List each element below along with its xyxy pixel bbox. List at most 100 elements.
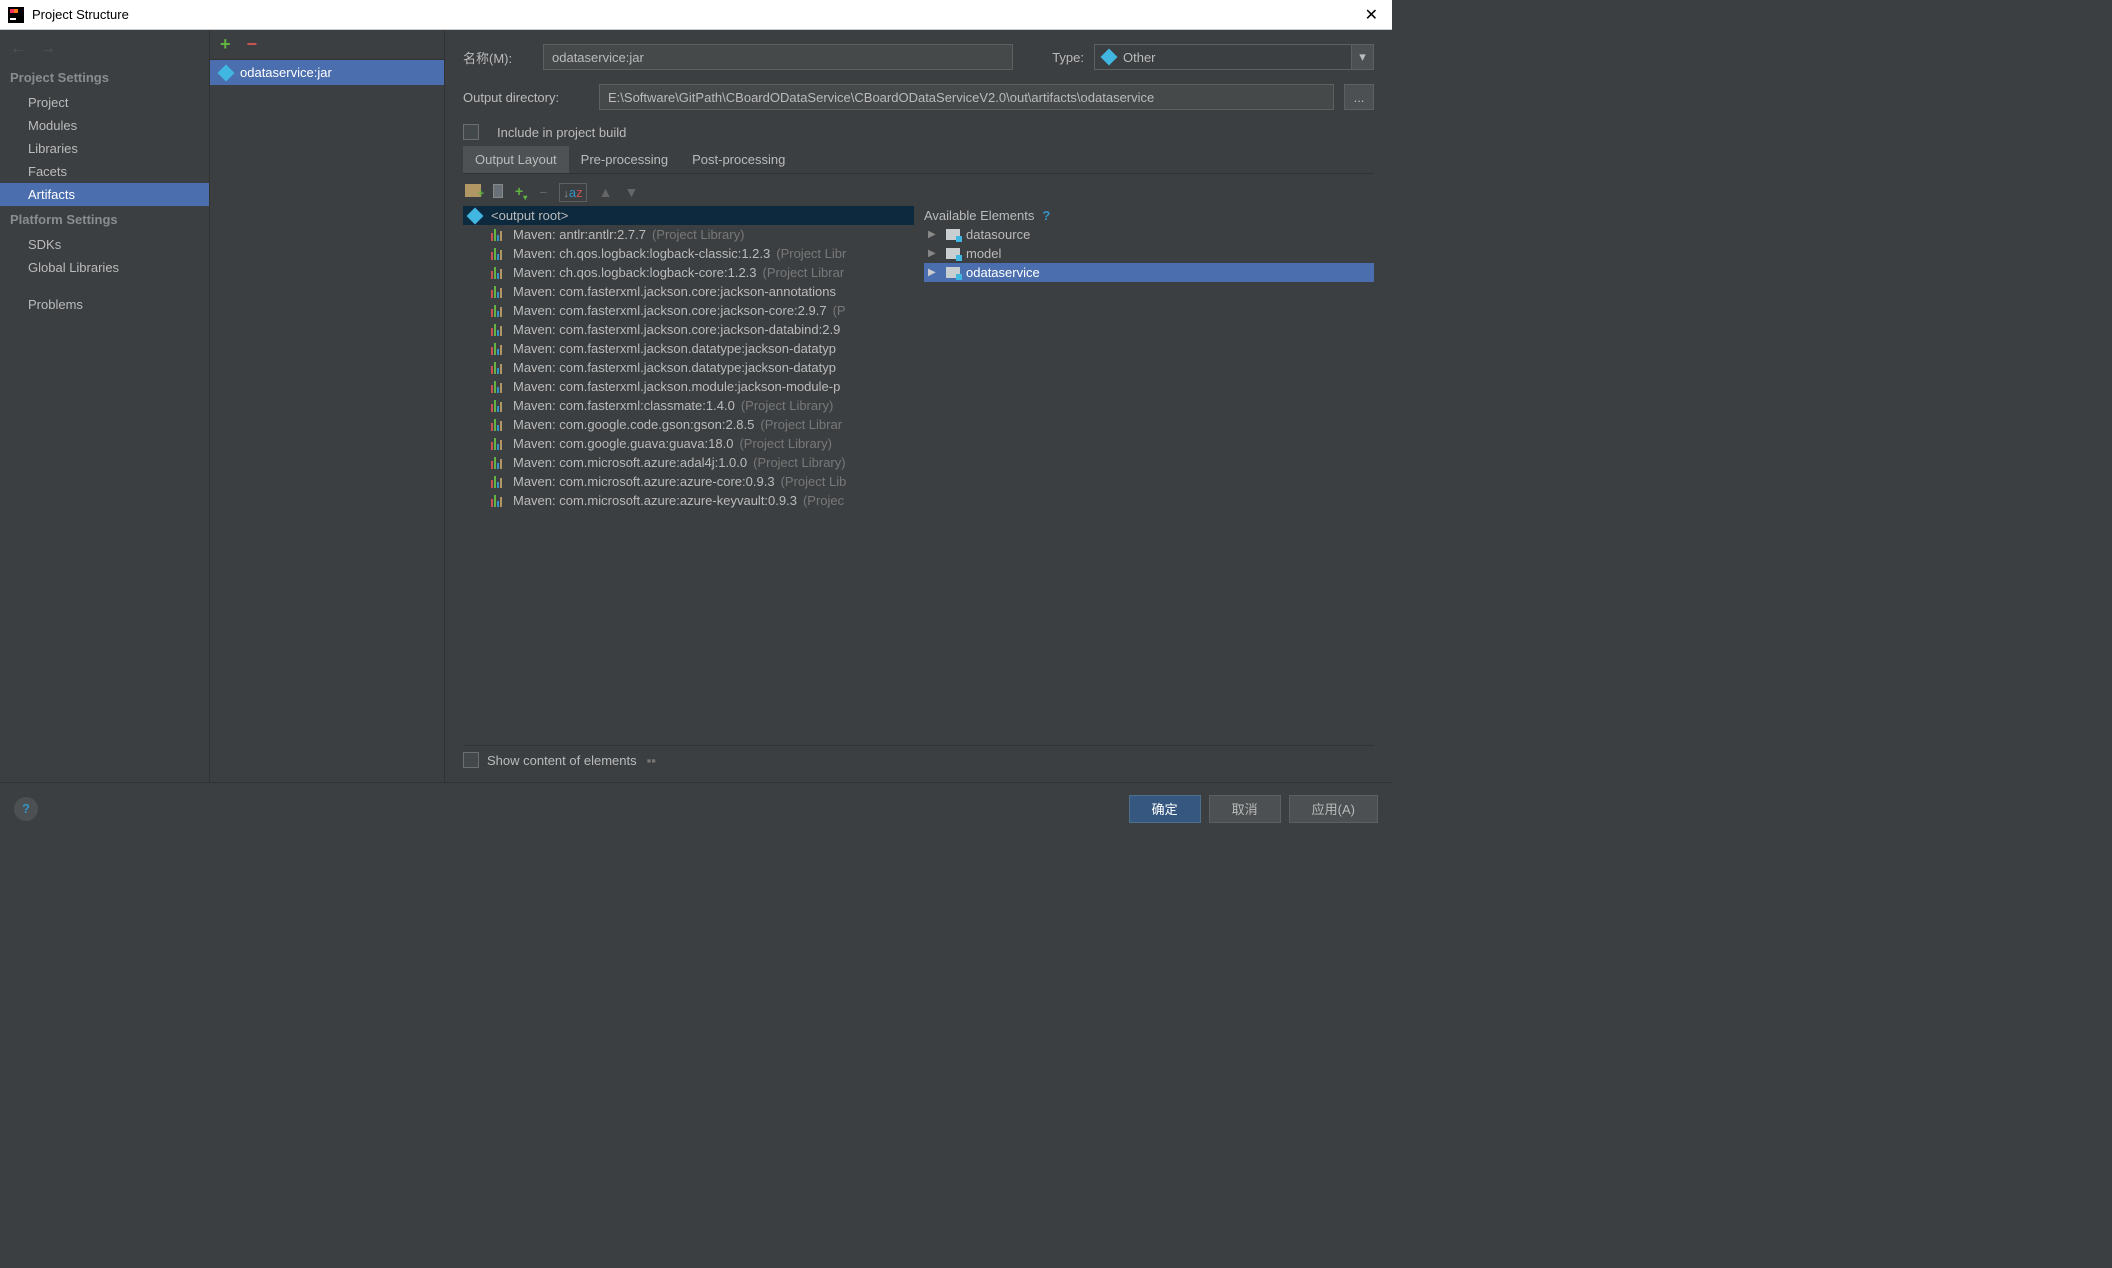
library-icon bbox=[491, 267, 502, 279]
library-node[interactable]: Maven: com.google.code.gson:gson:2.8.5(P… bbox=[463, 415, 914, 434]
artifacts-toolbar: + − bbox=[210, 30, 444, 60]
apply-button[interactable]: 应用(A) bbox=[1289, 795, 1378, 823]
library-node[interactable]: Maven: com.fasterxml.jackson.module:jack… bbox=[463, 377, 914, 396]
sidebar-item-modules[interactable]: Modules bbox=[0, 114, 209, 137]
artifacts-list-panel: + − odataservice:jar bbox=[210, 30, 445, 782]
show-content-label: Show content of elements bbox=[487, 753, 637, 768]
output-root-label: <output root> bbox=[491, 208, 568, 223]
dialog-footer: ? 确定 取消 应用(A) bbox=[0, 782, 1392, 834]
remove-icon[interactable]: − bbox=[539, 184, 547, 200]
chevron-down-icon: ▾ bbox=[1351, 45, 1373, 69]
artifact-name: odataservice:jar bbox=[240, 65, 332, 80]
library-icon bbox=[491, 286, 502, 298]
module-icon bbox=[946, 267, 960, 278]
module-icon bbox=[946, 229, 960, 240]
artifact-name-input[interactable] bbox=[543, 44, 1013, 70]
library-icon bbox=[491, 248, 502, 260]
avail-item-odataservice[interactable]: ▶odataservice bbox=[924, 263, 1374, 282]
library-node[interactable]: Maven: com.fasterxml.jackson.core:jackso… bbox=[463, 320, 914, 339]
type-label: Type: bbox=[1052, 50, 1084, 65]
library-icon bbox=[491, 438, 502, 450]
library-node[interactable]: Maven: com.google.guava:guava:18.0(Proje… bbox=[463, 434, 914, 453]
remove-artifact-icon[interactable]: − bbox=[247, 34, 258, 55]
detail-tabs: Output Layout Pre-processing Post-proces… bbox=[463, 146, 1374, 174]
artifact-detail-panel: 名称(M): Type: Other ▾ Output directory: .… bbox=[445, 30, 1392, 782]
down-icon[interactable]: ▼ bbox=[624, 184, 638, 200]
add-artifact-icon[interactable]: + bbox=[220, 34, 231, 55]
output-dir-label: Output directory: bbox=[463, 90, 589, 105]
library-icon bbox=[491, 229, 502, 241]
sidebar-item-libraries[interactable]: Libraries bbox=[0, 137, 209, 160]
available-elements-panel: Available Elements ? ▶datasource ▶model … bbox=[914, 206, 1374, 745]
show-content-ellipsis-icon[interactable]: ▪▪ bbox=[647, 753, 656, 768]
library-node[interactable]: Maven: antlr:antlr:2.7.7(Project Library… bbox=[463, 225, 914, 244]
library-node[interactable]: Maven: com.fasterxml.jackson.datatype:ja… bbox=[463, 339, 914, 358]
artifact-list-item[interactable]: odataservice:jar bbox=[210, 60, 444, 85]
library-node[interactable]: Maven: com.microsoft.azure:azure-keyvaul… bbox=[463, 491, 914, 510]
output-dir-input[interactable] bbox=[599, 84, 1334, 110]
type-icon bbox=[1101, 49, 1118, 66]
project-settings-header: Project Settings bbox=[0, 64, 209, 91]
show-content-row: Show content of elements ▪▪ bbox=[463, 745, 1374, 774]
include-build-checkbox[interactable] bbox=[463, 124, 479, 140]
back-icon[interactable]: ← bbox=[10, 40, 26, 57]
sidebar-item-facets[interactable]: Facets bbox=[0, 160, 209, 183]
avail-item-datasource[interactable]: ▶datasource bbox=[924, 225, 1374, 244]
platform-settings-header: Platform Settings bbox=[0, 206, 209, 233]
settings-sidebar: ← → Project Settings Project Modules Lib… bbox=[0, 30, 210, 782]
library-node[interactable]: Maven: ch.qos.logback:logback-classic:1.… bbox=[463, 244, 914, 263]
sidebar-item-global-libraries[interactable]: Global Libraries bbox=[0, 256, 209, 279]
artifact-icon bbox=[218, 64, 235, 81]
forward-icon[interactable]: → bbox=[40, 40, 56, 57]
library-node[interactable]: Maven: com.fasterxml.jackson.core:jackso… bbox=[463, 282, 914, 301]
library-node[interactable]: Maven: com.microsoft.azure:azure-core:0.… bbox=[463, 472, 914, 491]
help-hint-icon[interactable]: ? bbox=[1042, 208, 1050, 223]
jar-icon[interactable] bbox=[493, 184, 503, 201]
library-icon bbox=[491, 419, 502, 431]
tab-pre-processing[interactable]: Pre-processing bbox=[569, 146, 680, 173]
show-content-checkbox[interactable] bbox=[463, 752, 479, 768]
sidebar-item-sdks[interactable]: SDKs bbox=[0, 233, 209, 256]
library-node[interactable]: Maven: com.fasterxml:classmate:1.4.0(Pro… bbox=[463, 396, 914, 415]
library-icon bbox=[491, 362, 502, 374]
library-icon bbox=[491, 343, 502, 355]
cancel-button[interactable]: 取消 bbox=[1209, 795, 1281, 823]
library-icon bbox=[491, 381, 502, 393]
layout-toolbar: +▾ − ↓az ▲ ▼ bbox=[463, 178, 1374, 206]
avail-item-model[interactable]: ▶model bbox=[924, 244, 1374, 263]
library-icon bbox=[491, 400, 502, 412]
library-icon bbox=[491, 457, 502, 469]
output-root-node[interactable]: <output root> bbox=[463, 206, 914, 225]
root-icon bbox=[467, 207, 484, 224]
library-node[interactable]: Maven: ch.qos.logback:logback-core:1.2.3… bbox=[463, 263, 914, 282]
window-title: Project Structure bbox=[32, 7, 129, 22]
library-node[interactable]: Maven: com.fasterxml.jackson.datatype:ja… bbox=[463, 358, 914, 377]
help-icon[interactable]: ? bbox=[14, 797, 38, 821]
library-icon bbox=[491, 495, 502, 507]
sidebar-item-project[interactable]: Project bbox=[0, 91, 209, 114]
type-select[interactable]: Other ▾ bbox=[1094, 44, 1374, 70]
sidebar-item-problems[interactable]: Problems bbox=[0, 293, 209, 316]
close-icon[interactable]: ✕ bbox=[1359, 5, 1384, 25]
library-icon bbox=[491, 476, 502, 488]
module-icon bbox=[946, 248, 960, 259]
include-build-label: Include in project build bbox=[497, 125, 626, 140]
add-copy-icon[interactable]: +▾ bbox=[515, 183, 527, 202]
browse-button[interactable]: ... bbox=[1344, 84, 1374, 110]
ok-button[interactable]: 确定 bbox=[1129, 795, 1201, 823]
sidebar-item-artifacts[interactable]: Artifacts bbox=[0, 183, 209, 206]
available-elements-header: Available Elements bbox=[924, 208, 1034, 223]
tab-post-processing[interactable]: Post-processing bbox=[680, 146, 797, 173]
library-node[interactable]: Maven: com.microsoft.azure:adal4j:1.0.0(… bbox=[463, 453, 914, 472]
new-folder-icon[interactable] bbox=[465, 184, 481, 200]
library-icon bbox=[491, 324, 502, 336]
tab-output-layout[interactable]: Output Layout bbox=[463, 146, 569, 173]
name-label: 名称(M): bbox=[463, 48, 533, 67]
sort-icon[interactable]: ↓az bbox=[559, 183, 586, 202]
up-icon[interactable]: ▲ bbox=[599, 184, 613, 200]
nav-arrows: ← → bbox=[0, 34, 209, 64]
library-node[interactable]: Maven: com.fasterxml.jackson.core:jackso… bbox=[463, 301, 914, 320]
output-layout-tree[interactable]: <output root> Maven: antlr:antlr:2.7.7(P… bbox=[463, 206, 914, 745]
titlebar: Project Structure ✕ bbox=[0, 0, 1392, 30]
intellij-icon bbox=[8, 7, 24, 23]
